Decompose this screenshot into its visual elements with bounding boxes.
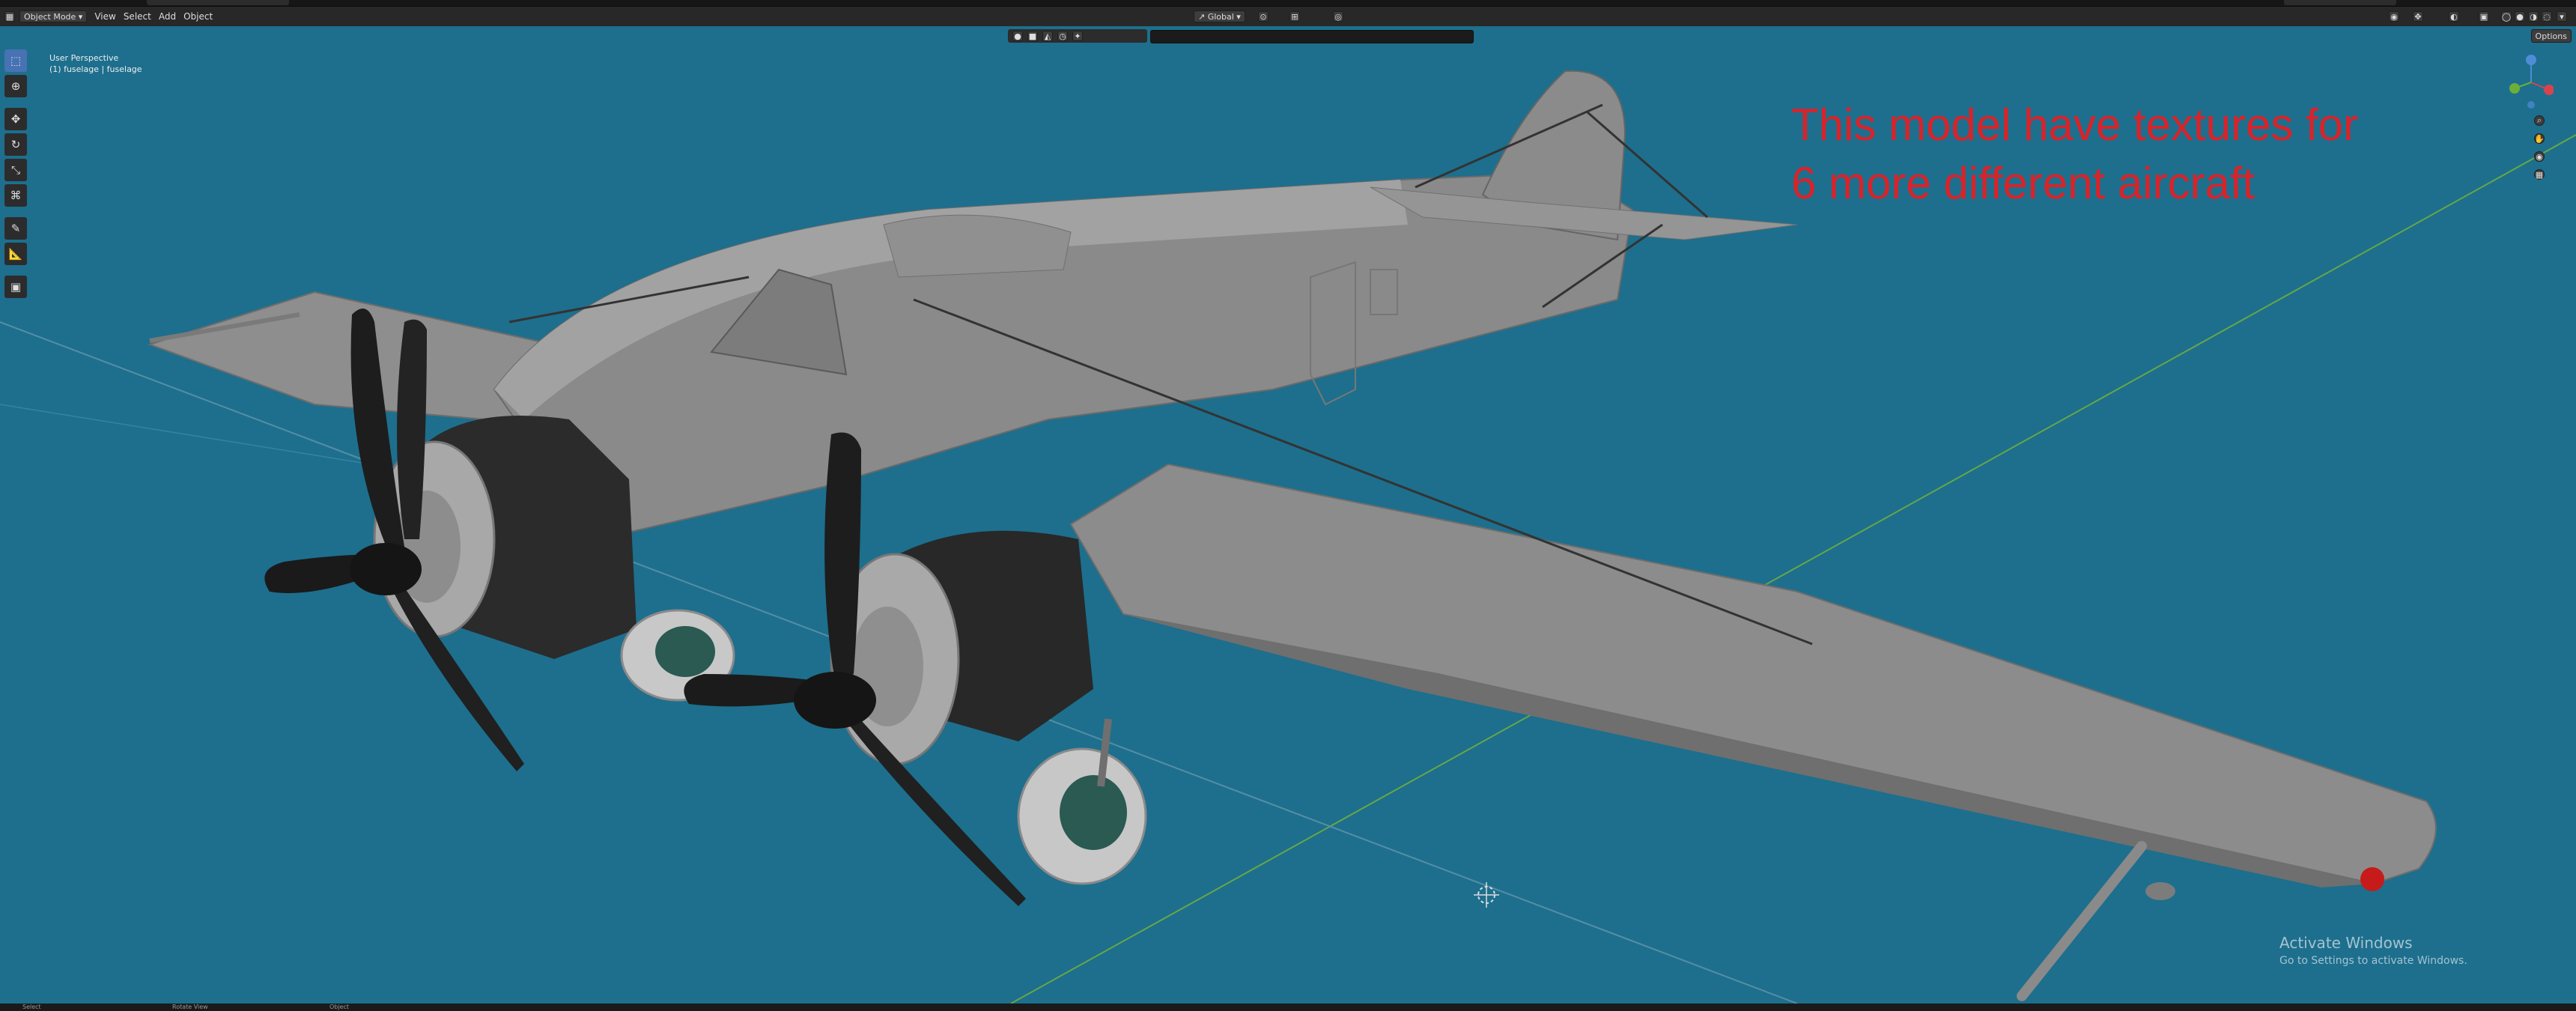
- zoom-icon[interactable]: ⌕: [2534, 115, 2545, 126]
- window-top-bar: [0, 0, 2576, 7]
- active-object-label: (1) fuselage | fuselage: [49, 64, 142, 74]
- mesh-icon[interactable]: ◭: [1042, 31, 1053, 41]
- cursor-icon[interactable]: ⊕: [4, 75, 27, 97]
- menu-select[interactable]: Select: [124, 11, 151, 22]
- status-bar: Select Rotate View Object: [0, 1004, 2576, 1011]
- scale-icon[interactable]: ⤡: [4, 159, 27, 181]
- viewport-header: ▦ Object Mode ▾ View Select Add Object ↗…: [0, 7, 2576, 26]
- promo-line-2: 6 more different aircraft: [1791, 158, 2255, 208]
- mode-select[interactable]: Object Mode ▾: [19, 10, 88, 22]
- material-shading-icon[interactable]: ◑: [2528, 11, 2539, 22]
- transform-icon[interactable]: ⌘: [4, 184, 27, 207]
- navigation-gizmo[interactable]: ⌕ ✋ ◉ ▦: [2509, 49, 2554, 199]
- select-box-icon[interactable]: ⬚: [4, 49, 27, 72]
- rendered-shading-icon[interactable]: ◌: [2542, 11, 2552, 22]
- viewport-search-input[interactable]: [1150, 30, 1474, 43]
- gizmo-icon[interactable]: ✥: [2413, 11, 2423, 22]
- rotate-icon[interactable]: ↻: [4, 133, 27, 156]
- tool-shelf: ⬚ ⊕ ✥ ↻ ⤡ ⌘ ✎ 📐 ▣: [4, 49, 30, 298]
- right-spinner: [794, 672, 876, 729]
- wing-antenna: [2145, 882, 2175, 900]
- left-spinner: [350, 543, 422, 595]
- light-icon[interactable]: ✦: [1072, 31, 1083, 41]
- watermark-title: Activate Windows: [2279, 934, 2413, 952]
- annotate-icon[interactable]: ✎: [4, 217, 27, 240]
- transform-orientation-select[interactable]: ↗ Global ▾: [1194, 10, 1245, 22]
- status-middle: Rotate View: [172, 1004, 208, 1010]
- options-button[interactable]: Options: [2530, 29, 2572, 43]
- status-right: Object: [329, 1004, 350, 1010]
- 3d-cursor-icon: [1474, 882, 1499, 908]
- viewport-filter-toolbar: ● ■ ◭ ◷ ✦: [1008, 29, 1147, 43]
- perspective-label: User Perspective: [49, 53, 119, 63]
- pitot-tube: [2017, 841, 2147, 1001]
- watermark-subtitle: Go to Settings to activate Windows.: [2279, 955, 2467, 967]
- solid-shading-icon[interactable]: ●: [2515, 11, 2525, 22]
- options-label: Options: [2535, 31, 2567, 41]
- mode-label: Object Mode: [24, 11, 76, 22]
- promo-overlay-text: This model have textures for 6 more diff…: [1791, 96, 2358, 213]
- ortho-toggle-icon[interactable]: ▦: [2534, 169, 2545, 180]
- status-left: Select: [22, 1004, 41, 1010]
- left-wheel-hub: [655, 626, 715, 677]
- dorsal-hump: [883, 214, 1072, 278]
- shading-options-icon[interactable]: ▾: [2557, 11, 2567, 22]
- pivot-point-icon[interactable]: ⊙: [1258, 11, 1269, 22]
- overlay-icon[interactable]: ◐: [2449, 11, 2459, 22]
- proportional-edit-icon[interactable]: ◎: [1333, 11, 1343, 22]
- orientation-icon: ↗: [1198, 11, 1206, 22]
- filter-icon[interactable]: ●: [1012, 31, 1023, 41]
- wireframe-shading-icon[interactable]: ◯: [2501, 11, 2512, 22]
- visibility-icon[interactable]: ◉: [2389, 11, 2399, 22]
- xray-icon[interactable]: ▣: [2479, 11, 2489, 22]
- workspace-tab-right[interactable]: [2284, 0, 2396, 5]
- right-wheel-hub: [1060, 775, 1127, 850]
- menu-add[interactable]: Add: [159, 11, 176, 22]
- promo-line-1: This model have textures for: [1791, 100, 2359, 150]
- measure-icon[interactable]: 📐: [4, 243, 27, 265]
- viewport-info: User Perspective (1) fuselage | fuselage: [49, 52, 142, 75]
- menu-view[interactable]: View: [94, 11, 115, 22]
- move-icon[interactable]: ✥: [4, 108, 27, 130]
- 3d-viewport[interactable]: User Perspective (1) fuselage | fuselage…: [0, 26, 2576, 1004]
- wingtip-light: [2360, 867, 2384, 891]
- camera-view-icon[interactable]: ◉: [2534, 151, 2545, 162]
- right-wing: [1069, 463, 2437, 885]
- orientation-label: Global: [1207, 11, 1234, 22]
- add-cube-icon[interactable]: ▣: [4, 276, 27, 298]
- workspace-tab[interactable]: [147, 0, 289, 5]
- menu-object[interactable]: Object: [183, 11, 213, 22]
- axis-gizmo-icon[interactable]: [2509, 49, 2554, 199]
- editor-type-icon[interactable]: ▦: [4, 11, 15, 22]
- pan-icon[interactable]: ✋: [2534, 133, 2545, 144]
- snap-icon[interactable]: ⊞: [1289, 11, 1300, 22]
- collection-icon[interactable]: ■: [1027, 31, 1038, 41]
- camera-icon[interactable]: ◷: [1057, 31, 1068, 41]
- activation-watermark: Activate Windows Go to Settings to activ…: [2279, 934, 2467, 970]
